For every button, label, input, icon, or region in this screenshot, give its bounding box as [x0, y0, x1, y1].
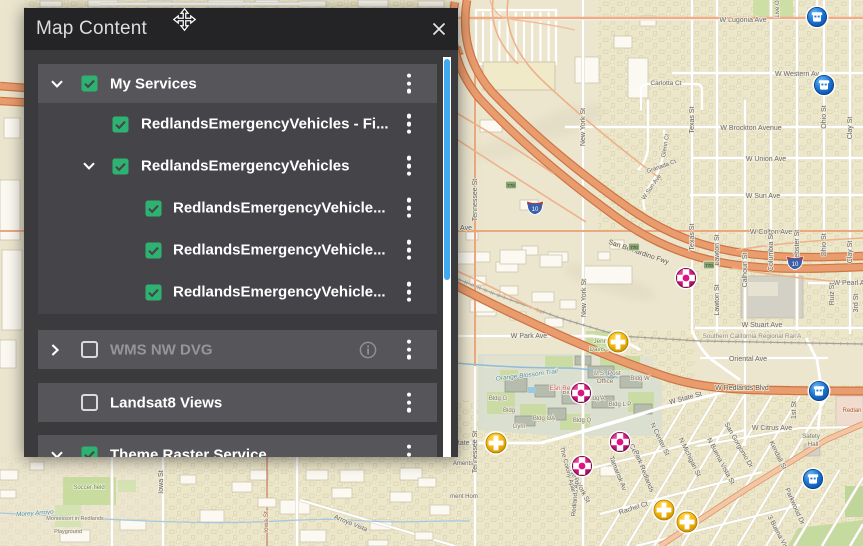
- svg-text:Ruiz St: Ruiz St: [829, 283, 836, 306]
- svg-text:U.S. Post: U.S. Post: [593, 370, 621, 377]
- svg-text:1st St: 1st St: [791, 401, 798, 419]
- svg-text:Live O: Live O: [775, 0, 781, 18]
- svg-text:Southern California Regional R: Southern California Regional Rail A: [703, 333, 803, 340]
- svg-text:Bldg Q: Bldg Q: [573, 418, 592, 424]
- svg-text:Soccer field: Soccer field: [73, 485, 104, 491]
- svg-text:Iowa St: Iowa St: [158, 470, 165, 493]
- svg-text:Playground: Playground: [54, 529, 82, 535]
- svg-text:Esri Re: Esri Re: [550, 385, 571, 392]
- svg-text:Aments: Aments: [453, 461, 473, 467]
- svg-text:Hall: Hall: [808, 441, 819, 448]
- svg-text:Clay St: Clay St: [847, 241, 854, 264]
- svg-text:W Redlands Blvd: W Redlands Blvd: [715, 385, 769, 392]
- svg-text:Bldg W: Bldg W: [630, 376, 650, 382]
- svg-text:W Brockton Avenue: W Brockton Avenue: [720, 125, 781, 132]
- svg-text:Bldg G: Bldg G: [489, 396, 508, 402]
- svg-text:Bldg OA: Bldg OA: [533, 416, 555, 422]
- svg-text:W Stuart Ave: W Stuart Ave: [742, 322, 783, 329]
- svg-text:W Sun Ave: W Sun Ave: [746, 193, 781, 200]
- svg-text:New York St: New York St: [580, 108, 587, 146]
- svg-text:3rd St: 3rd St: [853, 294, 860, 313]
- svg-text:Safety: Safety: [802, 433, 821, 440]
- svg-text:Ohio St: Ohio St: [821, 105, 828, 128]
- svg-text:Tennessee St: Tennessee St: [472, 179, 479, 221]
- svg-text:Gym: Gym: [513, 424, 526, 430]
- svg-text:Lawton St: Lawton St: [714, 284, 721, 315]
- svg-text:W Lugonia Ave: W Lugonia Ave: [720, 17, 767, 24]
- svg-text:W Park Ave: W Park Ave: [511, 333, 548, 340]
- svg-text:Lawton St: Lawton St: [714, 234, 721, 265]
- svg-text:W Union Ave: W Union Ave: [746, 156, 786, 163]
- svg-text:Bldg: Bldg: [503, 408, 515, 414]
- svg-text:New York St: New York St: [581, 279, 588, 317]
- svg-text:ment Hom: ment Hom: [450, 494, 478, 500]
- svg-text:Texas St: Texas St: [689, 107, 696, 134]
- svg-text:Carlotta Ct: Carlotta Ct: [650, 80, 681, 87]
- svg-text:W Pearl A: W Pearl A: [833, 280, 863, 287]
- svg-text:Redlan: Redlan: [842, 408, 861, 414]
- svg-text:Office: Office: [597, 378, 614, 385]
- svg-text:Ave: Ave: [460, 225, 472, 232]
- svg-text:Texas St: Texas St: [689, 224, 696, 251]
- svg-text:Iowa St: Iowa St: [263, 511, 270, 533]
- svg-text:Calhoun St: Calhoun St: [742, 253, 749, 288]
- svg-text:Bldg L P: Bldg L P: [609, 402, 631, 408]
- svg-text:Columbia St: Columbia St: [768, 233, 775, 271]
- svg-text:Ohio St: Ohio St: [821, 233, 828, 256]
- svg-text:W Western Av: W Western Av: [775, 71, 820, 78]
- svg-text:Oriental Ave: Oriental Ave: [729, 356, 767, 363]
- svg-text:W Citrus Ave: W Citrus Ave: [752, 425, 792, 432]
- svg-text:Clay St: Clay St: [847, 117, 854, 140]
- svg-text:Montessori in Redlands: Montessori in Redlands: [46, 516, 104, 522]
